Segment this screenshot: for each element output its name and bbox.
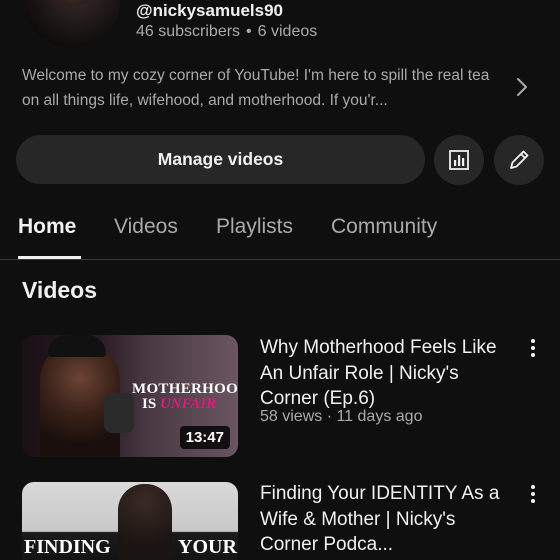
video-meta: 58 views · 11 days ago	[260, 408, 423, 425]
channel-handle: @nickysamuels90	[136, 1, 283, 20]
tab-home[interactable]: Home	[18, 215, 76, 239]
analytics-button[interactable]	[434, 135, 484, 185]
channel-avatar[interactable]	[24, 0, 120, 48]
video-duration: 13:47	[179, 426, 230, 449]
pencil-icon	[510, 150, 529, 169]
manage-videos-button[interactable]: Manage videos	[16, 135, 425, 184]
video-title[interactable]: Why Motherhood Feels Like An Unfair Role…	[260, 335, 510, 412]
video-thumbnail[interactable]: MOTHERHOOD IS UNFAIR 13:47	[22, 335, 238, 457]
video-thumbnail[interactable]: FINDING YOUR	[22, 482, 238, 560]
thumbnail-text-unfair: UNFAIR	[159, 396, 217, 412]
channel-tabs: Home Videos Playlists Community	[0, 208, 560, 260]
thumbnail-text: FINDING	[24, 536, 111, 558]
more-vert-icon[interactable]	[523, 482, 543, 506]
channel-meta: 46 subscribers • 6 videos	[136, 23, 317, 41]
tab-videos[interactable]: Videos	[114, 215, 178, 239]
subscriber-count: 46 subscribers	[136, 23, 241, 40]
thumbnail-cap	[48, 335, 106, 357]
video-count: 6 videos	[257, 23, 318, 40]
section-title: Videos	[22, 277, 97, 303]
tab-community[interactable]: Community	[331, 215, 437, 239]
active-tab-indicator	[18, 256, 81, 259]
bar-chart-icon	[449, 150, 469, 170]
thumbnail-person	[118, 484, 172, 560]
edit-channel-button[interactable]	[494, 135, 544, 185]
tab-playlists[interactable]: Playlists	[216, 215, 293, 239]
microphone-graphic	[104, 393, 134, 433]
video-title[interactable]: Finding Your IDENTITY As a Wife & Mother…	[260, 481, 510, 558]
more-vert-icon[interactable]	[523, 336, 543, 360]
thumbnail-text: IS UNFAIR	[142, 396, 216, 413]
chevron-right-icon[interactable]	[512, 76, 532, 98]
channel-description[interactable]: Welcome to my cozy corner of YouTube! I'…	[22, 64, 502, 113]
meta-separator: •	[246, 23, 252, 40]
thumbnail-text: YOUR	[178, 536, 237, 558]
thumbnail-text-is: IS	[142, 396, 160, 412]
